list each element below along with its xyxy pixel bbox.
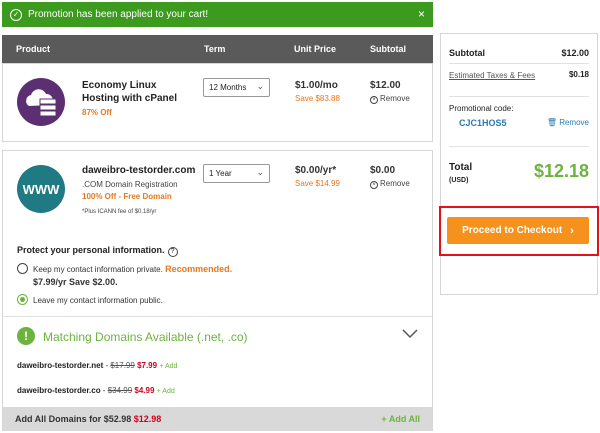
unit-price: $0.00/yr*: [295, 165, 337, 176]
taxes-value: $0.18: [568, 70, 589, 79]
add-all-button[interactable]: + Add All: [381, 414, 420, 424]
www-globe-icon: WWW: [17, 165, 65, 213]
subtotal-value: $12.00: [561, 48, 589, 58]
privacy-price: $7.99/yr Save $2.00.: [33, 277, 118, 287]
savings-label: Save $14.99: [295, 179, 340, 188]
term-select-value: 12 Months: [209, 83, 247, 92]
check-circle-icon: ✓: [10, 8, 22, 21]
header-product: Product: [16, 44, 51, 54]
domain-name: daweibro-testorder.com: [82, 165, 196, 176]
remove-button[interactable]: × Remove: [370, 94, 410, 104]
item-subtotal: $12.00: [370, 80, 401, 91]
new-price: $4.99: [134, 386, 155, 395]
product-name-line1: Economy Linux: [82, 80, 157, 91]
total-currency: (USD): [449, 177, 469, 184]
domain-option-name: daweibro-testorder.net: [17, 361, 104, 370]
item-subtotal: $0.00: [370, 165, 396, 176]
chevron-down-icon: ⌄: [256, 167, 264, 177]
trash-icon: 🗑: [546, 118, 557, 127]
privacy-private-label: Keep my contact information private. Rec…: [33, 264, 232, 274]
matching-domains-title: Matching Domains Available (.net, .co): [43, 330, 248, 344]
chevron-down-icon[interactable]: [402, 325, 418, 341]
privacy-heading: Protect your personal information.?: [17, 245, 178, 257]
remove-label: Remove: [380, 179, 410, 188]
add-domain-button[interactable]: + Add: [159, 363, 177, 370]
cart-item-hosting: Economy Linux Hosting with cPanel 87% Of…: [2, 63, 433, 142]
promotion-banner: ✓ Promotion has been applied to your car…: [2, 2, 433, 27]
recommended-label: Recommended.: [165, 264, 233, 274]
divider: [449, 63, 589, 64]
remove-label: Remove: [380, 94, 410, 103]
remove-icon: ×: [370, 181, 378, 189]
unit-price: $1.00/mo: [295, 80, 338, 91]
old-price: $17.99: [110, 361, 135, 370]
taxes-link[interactable]: Estimated Taxes & Fees: [449, 70, 539, 81]
help-icon[interactable]: ?: [167, 247, 178, 257]
list-item: daweibro-testorder.net - $17.99 $7.99 + …: [17, 361, 177, 370]
privacy-title: Protect your personal information.: [17, 245, 165, 255]
cart-table-header: Product Term Unit Price Subtotal: [2, 35, 433, 63]
discount-label: 87% Off: [82, 108, 112, 117]
separator: -: [100, 386, 108, 395]
alert-icon: !: [17, 327, 35, 345]
domain-description: .COM Domain Registration: [82, 180, 178, 189]
old-price: $34.99: [107, 386, 133, 395]
product-name-line2: Hosting with cPanel: [82, 93, 178, 104]
checkout-label: Proceed to Checkout: [462, 225, 563, 236]
divider: [449, 146, 589, 147]
header-subtotal: Subtotal: [370, 44, 406, 54]
privacy-public-radio[interactable]: [17, 294, 28, 305]
promo-remove-label: Remove: [559, 118, 589, 127]
remove-icon: ×: [370, 96, 378, 104]
add-all-prefix: Add All Domains for: [15, 414, 102, 424]
remove-button[interactable]: × Remove: [370, 179, 410, 189]
add-all-old-price: $52.98: [103, 414, 132, 424]
total-value: $12.18: [533, 161, 589, 181]
add-all-bar: Add All Domains for $52.98 $12.98 + Add …: [3, 407, 432, 431]
icann-fee-note: *Plus ICANN fee of $0.18/yr: [82, 209, 157, 215]
product-name: Economy Linux Hosting with cPanel: [82, 79, 177, 105]
savings-label: Save $83.88: [295, 94, 340, 103]
divider: [449, 96, 589, 97]
cart-item-domain: WWW daweibro-testorder.com .COM Domain R…: [2, 150, 433, 431]
close-icon[interactable]: ×: [418, 7, 425, 21]
privacy-private-radio[interactable]: [17, 263, 28, 274]
term-select[interactable]: 1 Year ⌄: [203, 164, 270, 183]
add-domain-button[interactable]: + Add: [157, 388, 175, 395]
list-item: daweibro-testorder.co - $34.99 $4.99 + A…: [17, 386, 175, 395]
chevron-right-icon: ›: [570, 224, 574, 237]
promo-code: CJC1HOS5: [459, 118, 507, 128]
add-all-new-price: $12.98: [133, 414, 162, 424]
add-all-label: Add All Domains for $52.98 $12.98: [15, 414, 161, 424]
hosting-server-icon: [17, 78, 65, 126]
total-label: Total: [449, 162, 473, 173]
subtotal-label: Subtotal: [449, 48, 485, 58]
checkout-button[interactable]: Proceed to Checkout ›: [447, 217, 589, 244]
domain-option-name: daweibro-testorder.co: [17, 386, 101, 395]
domain-discount: 100% Off - Free Domain: [82, 192, 172, 201]
privacy-public-label: Leave my contact information public.: [33, 296, 163, 305]
chevron-down-icon: ⌄: [256, 81, 264, 91]
promo-remove-button[interactable]: 🗑 Remove: [547, 118, 589, 127]
promo-label: Promotional code:: [449, 104, 514, 113]
header-term: Term: [204, 44, 226, 54]
promotion-banner-text: Promotion has been applied to your cart!: [28, 9, 209, 20]
new-price: $7.99: [137, 361, 158, 370]
divider: [3, 316, 432, 317]
privacy-private-text: Keep my contact information private.: [33, 265, 163, 274]
term-select-value: 1 Year: [209, 169, 232, 178]
header-unit-price: Unit Price: [294, 44, 337, 54]
term-select[interactable]: 12 Months ⌄: [203, 78, 270, 97]
